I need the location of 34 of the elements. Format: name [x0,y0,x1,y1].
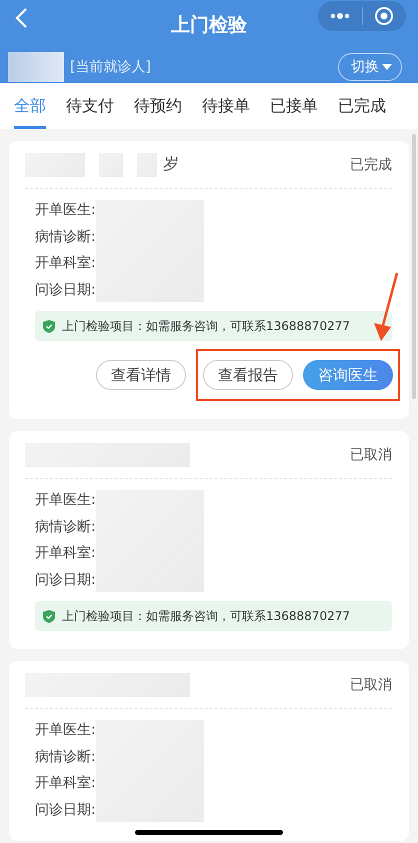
field-label: 病情诊断: [35,748,96,766]
back-icon[interactable] [14,7,28,29]
field-label: 开单医生: [35,721,96,740]
redacted-block [8,52,64,82]
tab[interactable]: 待支付 [66,83,114,129]
outline-button[interactable]: 查看报告 [203,360,293,390]
field-label: 病情诊断: [35,228,96,246]
tab[interactable]: 待接单 [202,83,250,129]
field-label: 病情诊断: [35,518,96,536]
outline-button[interactable]: 查看详情 [96,360,186,390]
field-label: 开单科室: [35,544,96,563]
notice-text: 上门检验项目：如需服务咨询，可联系13688870277 [62,318,350,334]
field-label: 问诊日期: [35,570,96,590]
tab[interactable]: 已接单 [270,83,318,129]
tab[interactable]: 已完成 [338,83,386,129]
more-icon[interactable] [330,13,350,19]
page-title: 上门检验 [171,13,247,38]
order-status: 已取消 [350,676,392,694]
field-label: 问诊日期: [35,800,96,820]
tab[interactable]: 待预约 [134,83,182,129]
field-label: 开单科室: [35,774,96,793]
age-unit: 岁 [163,154,179,175]
caret-icon [382,64,392,70]
order-status: 已取消 [350,446,392,464]
field-label: 问诊日期: [35,280,96,300]
notice-text: 上门检验项目：如需服务咨询，可联系13688870277 [62,608,350,624]
shield-icon [43,610,55,622]
order-status: 已完成 [350,156,392,174]
capsule-menu[interactable] [318,1,406,31]
field-label: 开单医生: [35,491,96,510]
shield-icon [43,320,55,332]
patient-label: [当前就诊人] [70,58,152,76]
field-label: 开单科室: [35,254,96,273]
field-label: 开单医生: [35,201,96,220]
